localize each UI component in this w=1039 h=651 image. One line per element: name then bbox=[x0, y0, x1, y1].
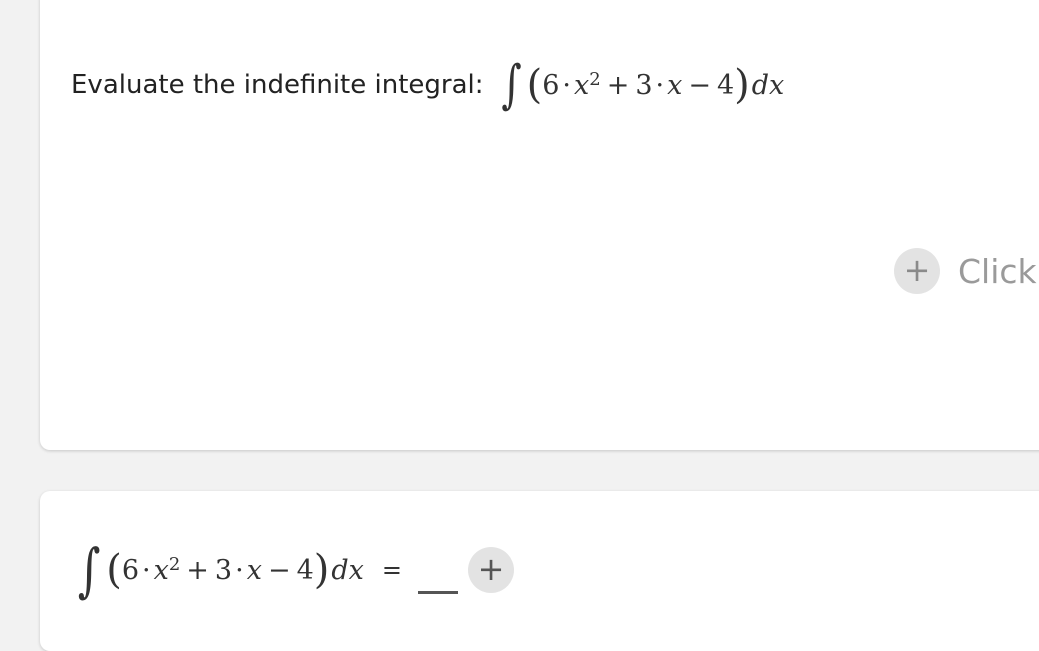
var-x: x bbox=[667, 69, 683, 101]
click-label: Click bbox=[958, 251, 1037, 291]
coef-3: 3 bbox=[214, 554, 233, 586]
prompt-text: Evaluate the indefinite integral: bbox=[71, 70, 484, 100]
exponent-2: 2 bbox=[168, 553, 181, 575]
coef-6: 6 bbox=[542, 69, 560, 101]
integral-expression: ∫ ( 6 · x 2 + 3 · x − 4 ) dx bbox=[498, 55, 785, 115]
plus-icon[interactable]: + bbox=[894, 248, 940, 294]
add-click-button[interactable]: + Click bbox=[894, 248, 1037, 294]
const-4: 4 bbox=[296, 554, 314, 586]
equals-sign: = bbox=[381, 556, 402, 584]
question-prompt: Evaluate the indefinite integral: ∫ ( 6 … bbox=[71, 50, 784, 120]
dot-op: · bbox=[562, 69, 571, 101]
dot-op: · bbox=[655, 69, 665, 101]
var-x: x bbox=[574, 69, 590, 101]
add-answer-plus-icon[interactable]: + bbox=[467, 547, 514, 593]
answer-blank-input[interactable] bbox=[417, 590, 458, 594]
exponent-2: 2 bbox=[589, 68, 601, 90]
const-4: 4 bbox=[716, 69, 735, 101]
close-paren: ) bbox=[313, 547, 330, 593]
close-paren: ) bbox=[734, 62, 750, 108]
minus-op: − bbox=[267, 554, 291, 586]
integral-sign: ∫ bbox=[77, 536, 101, 604]
dot-op: · bbox=[235, 554, 244, 586]
integral-sign: ∫ bbox=[500, 55, 522, 115]
var-x: x bbox=[246, 554, 262, 586]
var-x: x bbox=[153, 554, 169, 586]
plus-op: + bbox=[606, 69, 630, 101]
dx: dx bbox=[751, 69, 785, 101]
dot-op: · bbox=[142, 554, 151, 586]
coef-3: 3 bbox=[635, 69, 653, 101]
answer-row: ∫ ( 6 · x 2 + 3 · x − 4 ) dx = + bbox=[74, 530, 514, 610]
dx: dx bbox=[331, 554, 364, 586]
plus-op: + bbox=[186, 554, 209, 586]
coef-6: 6 bbox=[121, 554, 140, 586]
open-paren: ( bbox=[526, 62, 543, 108]
open-paren: ( bbox=[106, 547, 122, 593]
minus-op: − bbox=[688, 69, 711, 101]
answer-integral-expression: ∫ ( 6 · x 2 + 3 · x − 4 ) dx bbox=[74, 541, 364, 599]
